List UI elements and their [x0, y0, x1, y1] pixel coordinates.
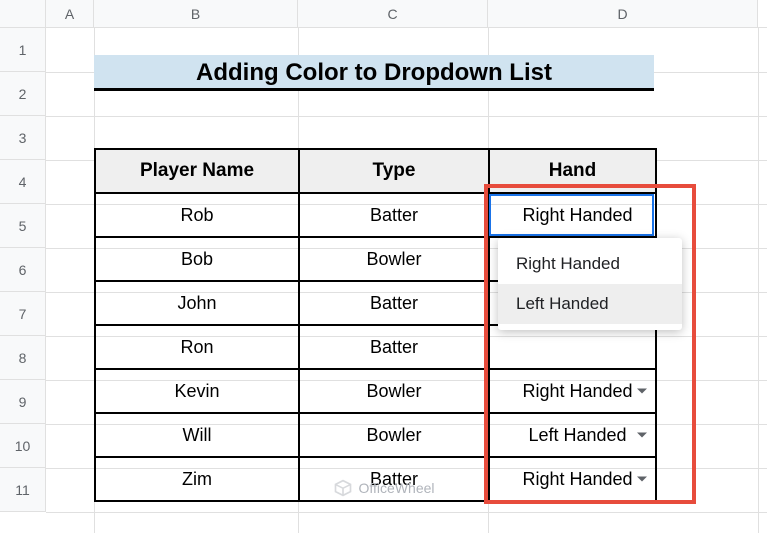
row-header-9[interactable]: 9 — [0, 380, 46, 424]
row-header-3[interactable]: 3 — [0, 116, 46, 160]
cell-name[interactable]: Ron — [95, 325, 299, 369]
watermark: OfficeWheel — [333, 478, 435, 498]
cell-hand-dropdown[interactable] — [489, 325, 656, 369]
row-header-7[interactable]: 7 — [0, 292, 46, 336]
chevron-down-icon — [637, 477, 647, 482]
table-header-row: Player Name Type Hand — [95, 149, 656, 193]
row-header-11[interactable]: 11 — [0, 468, 46, 512]
table-row: Kevin Bowler Right Handed — [95, 369, 656, 413]
cell-hand-dropdown[interactable]: Right Handed — [489, 457, 656, 501]
cell-name[interactable]: John — [95, 281, 299, 325]
column-header-C[interactable]: C — [298, 0, 488, 27]
dropdown-option[interactable]: Right Handed — [498, 244, 682, 284]
cell-name[interactable]: Kevin — [95, 369, 299, 413]
cell-type[interactable]: Bowler — [299, 369, 489, 413]
select-all-corner[interactable] — [0, 0, 46, 27]
dropdown-menu: Right Handed Left Handed — [498, 238, 682, 330]
cell-name[interactable]: Zim — [95, 457, 299, 501]
row-header-6[interactable]: 6 — [0, 248, 46, 292]
cell-hand-value: Right Handed — [522, 469, 632, 489]
dropdown-option[interactable]: Left Handed — [498, 284, 682, 324]
header-player-name[interactable]: Player Name — [95, 149, 299, 193]
table-row: Rob Batter Right Handed — [95, 193, 656, 237]
cell-hand-dropdown[interactable]: Right Handed — [489, 193, 656, 237]
spreadsheet: A B C D 1 2 3 4 5 6 7 8 9 10 11 Adding C… — [0, 0, 767, 533]
cell-hand-dropdown[interactable]: Left Handed — [489, 413, 656, 457]
column-header-A[interactable]: A — [46, 0, 94, 27]
table-row: Will Bowler Left Handed — [95, 413, 656, 457]
cell-type[interactable]: Bowler — [299, 413, 489, 457]
cell-name[interactable]: Bob — [95, 237, 299, 281]
row-header-5[interactable]: 5 — [0, 204, 46, 248]
cell-hand-value: Right Handed — [522, 381, 632, 401]
column-headers: A B C D — [0, 0, 767, 28]
row-header-1[interactable]: 1 — [0, 28, 46, 72]
header-type[interactable]: Type — [299, 149, 489, 193]
title-cell[interactable]: Adding Color to Dropdown List — [94, 55, 654, 91]
row-header-10[interactable]: 10 — [0, 424, 46, 468]
row-headers: 1 2 3 4 5 6 7 8 9 10 11 — [0, 28, 46, 512]
chevron-down-icon — [637, 433, 647, 438]
row-header-8[interactable]: 8 — [0, 336, 46, 380]
cell-hand-dropdown[interactable]: Right Handed — [489, 369, 656, 413]
cell-name[interactable]: Will — [95, 413, 299, 457]
watermark-icon — [333, 478, 353, 498]
column-header-D[interactable]: D — [488, 0, 758, 27]
table-row: Ron Batter — [95, 325, 656, 369]
cell-hand-value: Left Handed — [528, 425, 626, 445]
watermark-text: OfficeWheel — [359, 480, 435, 496]
chevron-down-icon — [637, 389, 647, 394]
row-header-2[interactable]: 2 — [0, 72, 46, 116]
cell-name[interactable]: Rob — [95, 193, 299, 237]
cell-type[interactable]: Batter — [299, 193, 489, 237]
header-hand[interactable]: Hand — [489, 149, 656, 193]
cell-type[interactable]: Bowler — [299, 237, 489, 281]
row-header-4[interactable]: 4 — [0, 160, 46, 204]
cell-type[interactable]: Batter — [299, 325, 489, 369]
column-header-B[interactable]: B — [94, 0, 298, 27]
cell-type[interactable]: Batter — [299, 281, 489, 325]
cell-hand-value: Right Handed — [522, 205, 632, 225]
